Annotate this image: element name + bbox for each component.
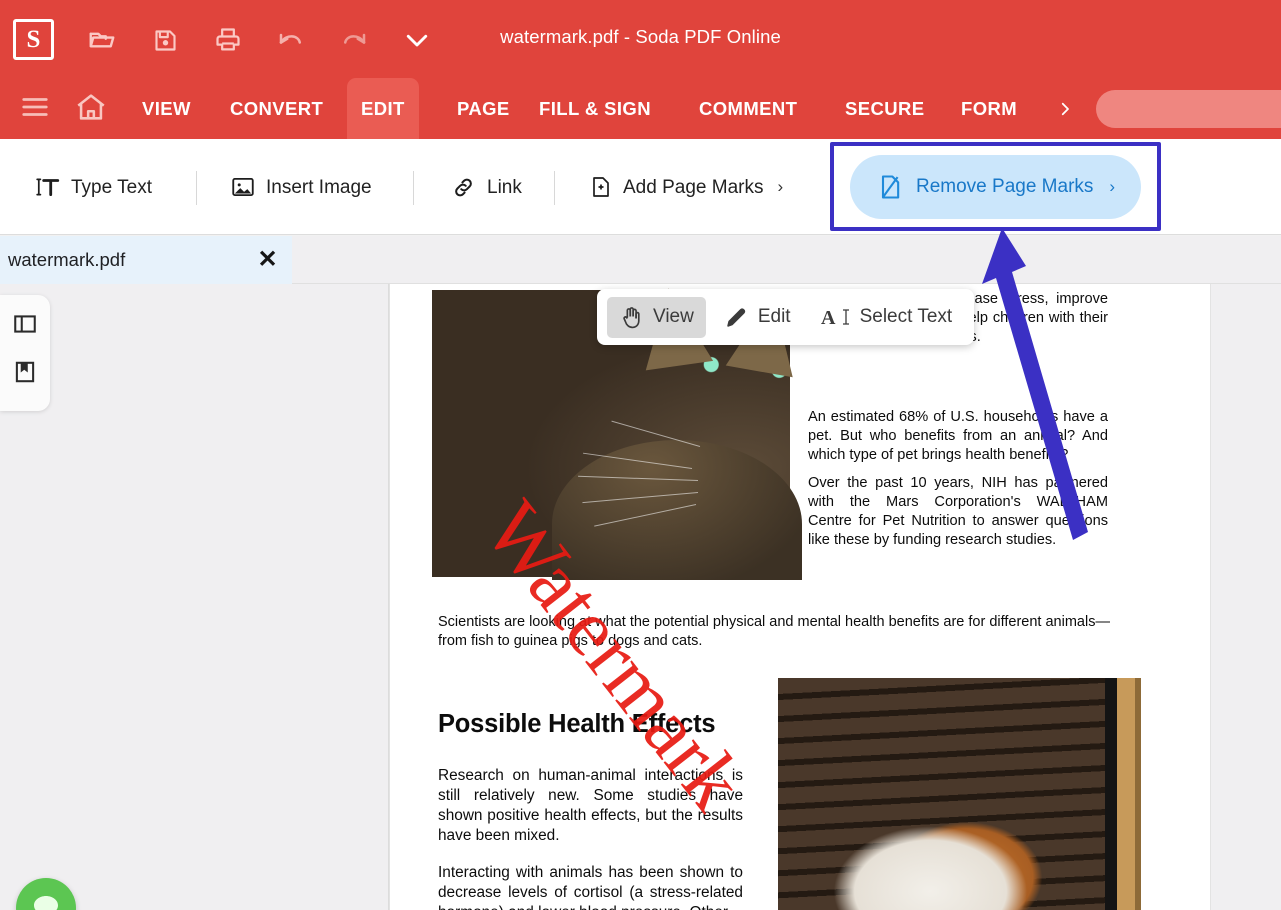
insert-image-icon [232,177,254,197]
nav-tab-label: CONVERT [230,97,324,119]
nav-more-chevron-right-icon[interactable] [1046,78,1084,139]
nav-tab-label: VIEW [142,97,191,119]
select-text-icon: A [821,307,849,329]
nav-tab-label: FORM [961,97,1018,119]
edit-mode-button[interactable]: Edit [712,297,803,338]
type-text-label: Type Text [71,176,152,198]
nav-tab-label: PAGE [457,97,510,119]
nav-tab-fill-and-sign[interactable]: FILL & SIGN [525,78,665,139]
close-icon[interactable]: ✕ [255,247,280,272]
type-text-button[interactable]: Type Text [35,165,152,209]
hamburger-menu-icon[interactable] [20,92,50,122]
hand-icon [623,306,640,328]
app-header: S watermark.pdf - Soda PDF Online VIEW C… [0,0,1281,139]
soda-logo[interactable]: S [13,19,54,60]
doc-paragraph-estimate: An estimated 68% of U.S. households have… [808,409,1108,463]
chevron-right-icon: › [777,177,784,196]
view-mode-button[interactable]: View [607,296,706,338]
link-label: Link [487,176,522,198]
nav-tab-edit[interactable]: EDIT [347,78,419,139]
add-page-marks-button[interactable]: Add Page Marks › [589,165,783,209]
select-text-mode-button[interactable]: A Select Text [809,296,965,338]
soda-pdf-app: S watermark.pdf - Soda PDF Online VIEW C… [0,0,1281,910]
nav-tab-page[interactable]: PAGE [443,78,524,139]
document-tab-watermark[interactable]: watermark.pdf ✕ [0,236,292,284]
add-page-marks-label: Add Page Marks [623,176,764,198]
document-viewport: conditional love p you ease stress, impr… [0,284,1281,910]
toolbar-divider [554,171,555,205]
nav-tab-view[interactable]: VIEW [128,78,205,139]
nav-tab-secure[interactable]: SECURE [831,78,939,139]
view-mode-label: View [653,306,694,327]
chevron-down-icon[interactable] [399,22,435,58]
open-folder-icon[interactable] [84,22,120,58]
svg-text:A: A [821,307,836,329]
redo-icon[interactable] [336,22,372,58]
doc-paragraph-research: Research on human-animal interactions is… [438,767,743,845]
chat-bubble-icon [34,896,58,910]
header-nav-bar: VIEW CONVERT EDIT PAGE FILL & SIGN COMME… [0,78,1281,139]
edit-mode-label: Edit [757,306,791,327]
remove-page-marks-icon [881,175,900,199]
header-quick-bar: S watermark.pdf - Soda PDF Online [0,0,1281,78]
nav-tab-form[interactable]: FORM [947,78,1031,139]
save-icon[interactable] [147,22,183,58]
nav-tab-label: FILL & SIGN [539,97,651,119]
document-tab-bar: watermark.pdf ✕ [0,236,1281,284]
select-text-label: Select Text [859,306,953,327]
viewer-side-rail [0,295,50,411]
toolbar-divider [413,171,414,205]
search-input[interactable] [1096,90,1281,128]
toolbar-divider [196,171,197,205]
chevron-right-icon: › [1109,177,1116,196]
pencil-icon [727,308,745,327]
bookmark-icon[interactable] [12,359,38,385]
doc-paragraph-nih: Over the past 10 years, NIH has partnere… [808,475,1108,548]
insert-image-label: Insert Image [266,176,372,198]
nav-tab-label: EDIT [361,97,405,119]
pdf-page[interactable]: conditional love p you ease stress, impr… [390,284,1210,910]
window-title: watermark.pdf - Soda PDF Online [500,26,781,47]
document-tab-label: watermark.pdf [8,249,126,270]
undo-icon[interactable] [273,22,309,58]
type-text-icon [36,178,60,196]
nav-tab-label: COMMENT [699,97,798,119]
nav-tab-convert[interactable]: CONVERT [216,78,337,139]
doc-paragraph-interacting: Interacting with animals has been shown … [438,864,743,910]
insert-image-button[interactable]: Insert Image [230,165,372,209]
link-icon [455,178,472,196]
doc-paragraph-scientists: Scientists are looking at what the poten… [438,614,1110,649]
nav-tab-label: SECURE [845,97,925,119]
home-icon[interactable] [74,90,108,124]
print-icon[interactable] [210,22,246,58]
doc-heading-possible-health-effects: Possible Health Effects [438,710,716,738]
view-mode-toolbar: View Edit A Select Text [597,289,975,345]
dog-photo [778,678,1141,910]
remove-page-marks-label: Remove Page Marks [916,176,1094,197]
nav-tab-comment[interactable]: COMMENT [685,78,811,139]
remove-page-marks-button[interactable]: Remove Page Marks › [850,155,1141,219]
add-page-marks-icon [593,177,609,197]
panel-toggle-icon[interactable] [12,311,38,337]
link-button[interactable]: Link [450,165,522,209]
